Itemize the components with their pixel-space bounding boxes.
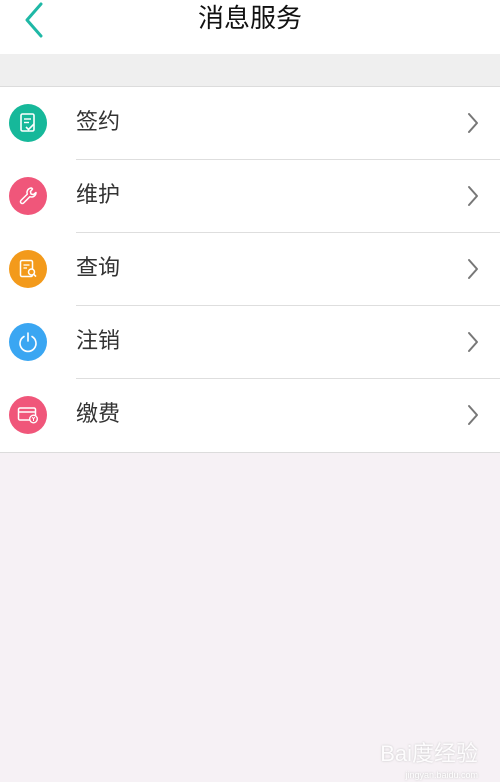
section-gap [0,54,500,87]
menu-item-label: 签约 [76,110,121,135]
watermark-logo: Bai度经验 [380,741,478,766]
power-icon [9,323,47,361]
menu-item-label: 注销 [76,329,121,354]
menu-item-label: 查询 [76,256,121,281]
wrench-icon [9,177,47,215]
menu-item-label: 维护 [76,183,121,208]
menu-item-label: 缴费 [76,402,121,427]
document-search-icon [9,250,47,288]
page-title: 消息服务 [197,4,302,34]
card-pay-icon [9,396,47,434]
menu-item-payment[interactable]: 缴费 [0,379,500,452]
chevron-right-icon [468,332,478,352]
chevron-right-icon [468,186,478,206]
chevron-right-icon [468,113,478,133]
service-menu-list: 签约 维护 查询 注销 缴费 [0,87,500,453]
contract-check-icon [9,104,47,142]
chevron-right-icon [468,405,478,425]
header-bar: 消息服务 [0,0,500,54]
menu-item-sign[interactable]: 签约 [0,87,500,160]
watermark-url: jingyan.baidu.com [405,770,478,780]
menu-item-query[interactable]: 查询 [0,233,500,306]
menu-item-maintain[interactable]: 维护 [0,160,500,233]
menu-item-cancel[interactable]: 注销 [0,306,500,379]
chevron-right-icon [468,259,478,279]
